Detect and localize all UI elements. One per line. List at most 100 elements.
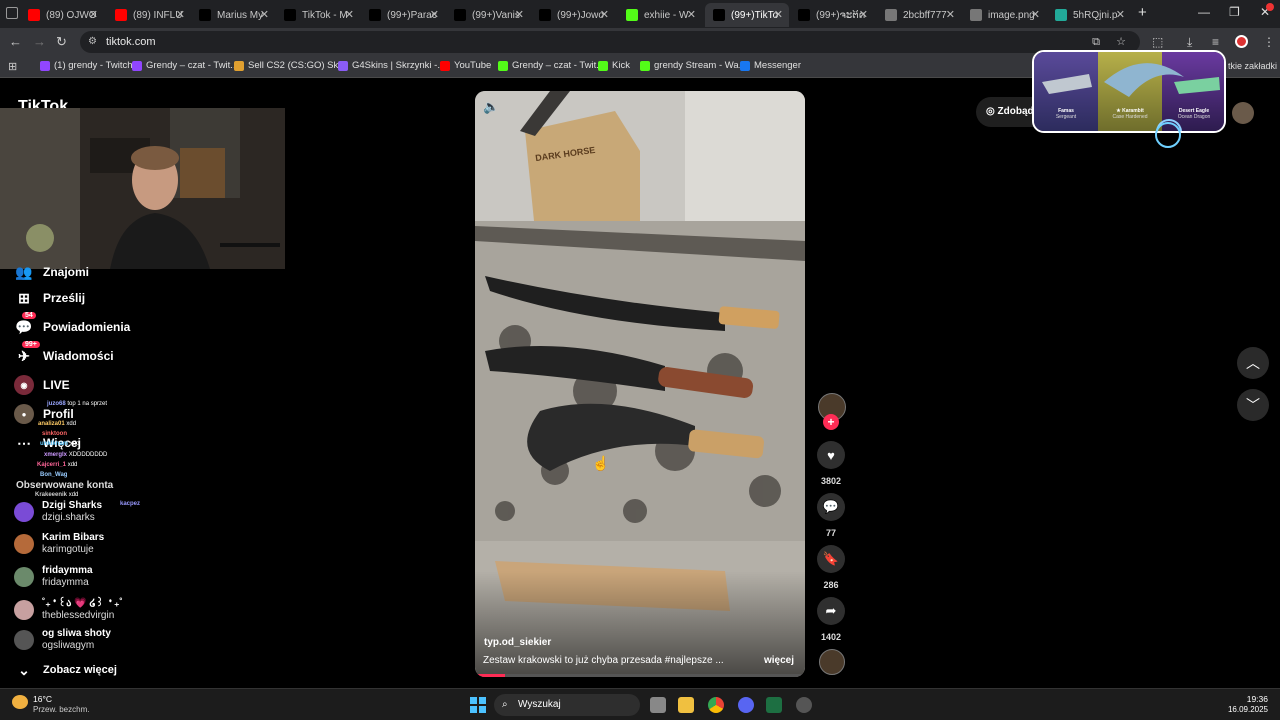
chrome-icon[interactable] — [708, 697, 724, 713]
video-player[interactable]: DARK HORSE 🔈 typ.od_siekier Zestaw krako… — [475, 91, 805, 677]
close-tab-icon[interactable]: ✕ — [345, 8, 354, 21]
prev-video-button[interactable]: ︿ — [1237, 347, 1269, 379]
close-tab-icon[interactable]: ✕ — [946, 8, 955, 21]
mute-icon[interactable]: 🔈 — [483, 99, 499, 115]
extensions-icon[interactable]: ⬚ — [1152, 35, 1163, 49]
tab-5[interactable]: (99+)Vanis ✕ — [446, 3, 530, 27]
bookmark-8[interactable]: Messenger — [740, 60, 801, 71]
close-tab-icon[interactable]: ✕ — [1116, 8, 1125, 21]
maximize-icon[interactable]: ❐ — [1229, 5, 1240, 19]
excel-icon[interactable] — [766, 697, 782, 713]
see-more-button[interactable]: ⌄ Zobacz więcej — [14, 660, 117, 680]
tab-0[interactable]: (89) OJWO ✕ — [20, 3, 104, 27]
bookmark-favicon-icon — [598, 60, 608, 71]
close-tab-icon[interactable]: ✕ — [600, 8, 609, 21]
tab-11[interactable]: image.png ✕ — [962, 3, 1046, 27]
sidebar-item-0[interactable]: 👥 Znajomi — [14, 262, 89, 282]
close-tab-icon[interactable]: ✕ — [515, 8, 524, 21]
skins-promo-overlay: Famas Sergeant ★ Karambit Case Hardened Dese… — [1032, 50, 1226, 133]
tab-12[interactable]: 5hRQjni.p ✕ — [1047, 3, 1131, 27]
tab-9[interactable]: (99+)ຈະຕິດ ✕ — [790, 3, 874, 27]
back-icon[interactable]: ← — [9, 34, 22, 49]
tab-1[interactable]: (89) INFLU ✕ — [107, 3, 191, 27]
more-link[interactable]: więcej — [764, 655, 794, 666]
tab-3[interactable]: TikTok - M ✕ — [276, 3, 360, 27]
globe-favicon-icon — [970, 9, 982, 21]
bookmark-3[interactable]: G4Skins | Skrzynki -... — [338, 60, 445, 71]
sidebar-item-4[interactable]: ◉ LIVE — [14, 375, 70, 395]
site-info-icon[interactable]: ⚙ — [88, 31, 97, 53]
media-icon[interactable]: ≡ — [1212, 35, 1219, 49]
close-tab-icon[interactable]: ✕ — [176, 8, 185, 21]
sidebar-item-3[interactable]: ✈ Wiadomości 99+ — [14, 341, 114, 366]
close-tab-icon[interactable]: ✕ — [1031, 8, 1040, 21]
bookmark-6[interactable]: Kick — [598, 60, 630, 71]
close-tab-icon[interactable]: ✕ — [430, 8, 439, 21]
file-explorer-icon[interactable] — [678, 697, 694, 713]
following-account[interactable]: Karim Bibars karimgotuje — [14, 532, 104, 556]
apps-grid-icon[interactable]: ⊞ — [8, 60, 17, 73]
chat-message: sinktoon — [42, 431, 67, 437]
app-icon[interactable] — [796, 697, 812, 713]
coin-icon: ◎ — [986, 106, 995, 117]
tab-4[interactable]: (99+)Parac ✕ — [361, 3, 445, 27]
bookmark-label: Sell CS2 (CS:GO) Ski... — [248, 60, 349, 71]
bookmark-7[interactable]: grendy Stream - Wa... — [640, 60, 747, 71]
bookmark-0[interactable]: (1) grendy - Twitch — [40, 60, 133, 71]
task-view-icon[interactable] — [650, 697, 666, 713]
close-tab-icon[interactable]: ✕ — [774, 8, 783, 21]
share-button[interactable]: ➦ — [817, 597, 845, 625]
windows-start-icon[interactable] — [470, 697, 486, 713]
close-tab-icon[interactable]: ✕ — [260, 8, 269, 21]
close-tab-icon[interactable]: ✕ — [89, 8, 98, 21]
tab-10[interactable]: 2bcbff777 ✕ — [877, 3, 961, 27]
bookmark-label: Grendy – czat - Twit... — [512, 60, 605, 71]
tab-2[interactable]: Marius My ✕ — [191, 3, 275, 27]
tab-6[interactable]: (99+)Jowo ✕ — [531, 3, 615, 27]
sidebar-item-1[interactable]: ⊞ Prześlij — [14, 288, 85, 308]
forward-icon[interactable]: → — [33, 34, 46, 49]
progress-bar[interactable] — [475, 674, 805, 677]
messages-icon: ✈ — [18, 347, 30, 364]
comment-button[interactable]: 💬 — [817, 493, 845, 521]
chat-text: XDDDDDDDD — [68, 452, 108, 458]
video-author[interactable]: typ.od_siekier — [484, 637, 551, 648]
sidebar-item-label: Profil — [43, 407, 74, 421]
bookmark-1[interactable]: Grendy – czat - Twit... — [132, 60, 238, 71]
menu-icon[interactable]: ⋮ — [1263, 35, 1275, 49]
new-tab-button[interactable]: + — [1138, 4, 1147, 21]
skin-finish: Case Hardened — [1112, 114, 1148, 120]
following-account[interactable]: og sliwa shoty ogsliwagym — [14, 628, 111, 652]
tab-8[interactable]: (99+)TikTo ✕ — [705, 3, 789, 27]
address-bar[interactable]: ⚙ tiktok.com ⧉ ☆ — [80, 31, 1140, 53]
sidebar-item-2[interactable]: 💬 Powiadomienia 54 — [14, 312, 131, 337]
like-button[interactable]: ♥ — [817, 441, 845, 469]
chat-message: xmerglx XDDDDDDDD — [44, 452, 107, 458]
following-account[interactable]: fridaymma fridaymma — [14, 565, 93, 589]
bookmark-5[interactable]: Grendy – czat - Twit... — [498, 60, 604, 71]
tab-7[interactable]: exhiie - W ✕ — [618, 3, 702, 27]
music-disc-icon[interactable] — [819, 649, 845, 675]
following-account[interactable]: ˚₊‧꒰ა 💗 ໒꒱ ‧₊˚ theblessedvirgin — [14, 598, 123, 622]
save-button[interactable]: 🔖 — [817, 545, 845, 573]
sidebar-item-label: Powiadomienia — [43, 320, 131, 334]
profile-avatar[interactable] — [1235, 35, 1248, 48]
close-tab-icon[interactable]: ✕ — [687, 8, 696, 21]
reload-icon[interactable]: ↻ — [56, 34, 67, 50]
follow-plus-icon[interactable]: + — [823, 414, 839, 430]
other-bookmarks[interactable]: tkie zakładki — [1228, 61, 1277, 71]
bookmark-2[interactable]: Sell CS2 (CS:GO) Ski... — [234, 60, 348, 71]
tab-search-icon[interactable] — [6, 7, 18, 19]
bookmark-4[interactable]: YouTube — [440, 60, 491, 71]
tab-strip: (89) OJWO ✕ (89) INFLU ✕ Marius My ✕ TikTok - … — [0, 0, 1280, 28]
following-account[interactable]: Dzigi Sharks dzigi.sharks — [14, 500, 102, 524]
minimize-icon[interactable]: — — [1198, 5, 1210, 19]
download-icon[interactable]: ⤓ — [1187, 35, 1192, 50]
taskbar-search[interactable]: ⌕ Wyszukaj — [494, 694, 640, 716]
discord-icon[interactable] — [738, 697, 754, 713]
weather-icon[interactable] — [12, 695, 28, 709]
close-tab-icon[interactable]: ✕ — [859, 8, 868, 21]
next-video-button[interactable]: ﹀ — [1237, 389, 1269, 421]
user-avatar[interactable] — [1232, 102, 1254, 124]
bookmark-label: Kick — [612, 60, 630, 71]
